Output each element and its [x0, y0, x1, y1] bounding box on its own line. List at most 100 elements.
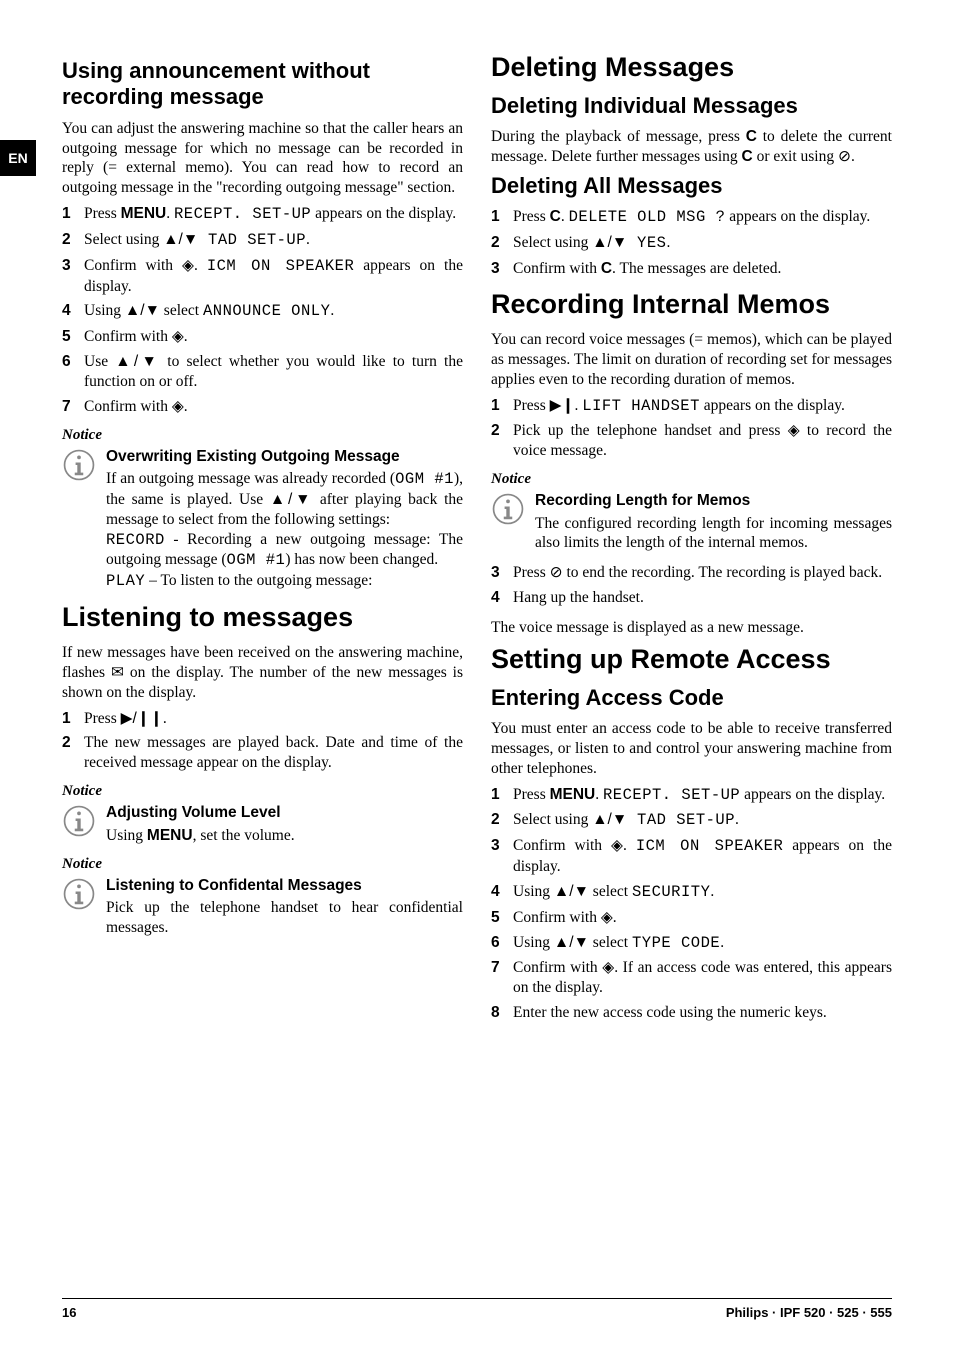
step: The new messages are played back. Date a… [62, 733, 463, 773]
confirm-icon: ◈ [611, 837, 623, 854]
confirm-icon: ◈ [182, 257, 194, 274]
notice-title: Listening to Confidental Messages [106, 877, 463, 896]
steps-access-code: Press MENU. RECEPT. SET-UP appears on th… [491, 785, 892, 1023]
notice-label: Notice [62, 427, 463, 444]
step: Hang up the handset. [491, 588, 892, 608]
step: Using ▲/▼ select ANNOUNCE ONLY. [62, 301, 463, 322]
heading-deleting-individual: Deleting Individual Messages [491, 93, 892, 119]
key-c: C [550, 208, 561, 225]
steps-memos-34: Press ⊘ to end the recording. The record… [491, 563, 892, 608]
step: Pick up the telephone handset and press … [491, 421, 892, 461]
arrow-keys-icon: ▲/▼ [125, 302, 160, 319]
arrow-keys-icon: ▲/▼ [163, 231, 198, 248]
language-tab: EN [0, 140, 36, 176]
notice-confidential: Listening to Confidental Messages Pick u… [62, 877, 463, 938]
notice-title: Adjusting Volume Level [106, 804, 463, 823]
confirm-icon: ◈ [172, 328, 184, 345]
notice-text: If an outgoing message was already recor… [106, 469, 463, 592]
notice-text: Using MENU, set the volume. [106, 826, 463, 846]
key-c: C [742, 148, 753, 165]
steps-memos-12: Press ▶❙. LIFT HANDSET appears on the di… [491, 396, 892, 461]
step: Use ▲/▼ to select whether you would like… [62, 352, 463, 392]
para-code-intro: You must enter an access code to be able… [491, 719, 892, 778]
arrow-keys-icon: ▲/▼ [554, 934, 589, 951]
step: Using ▲/▼ select TYPE CODE. [491, 933, 892, 954]
notice-volume: Adjusting Volume Level Using MENU, set t… [62, 804, 463, 845]
step: Confirm with ◈. [62, 327, 463, 347]
para-listen-intro: If new messages have been received on th… [62, 643, 463, 702]
display-text: ICM ON SPEAKER [207, 257, 354, 275]
para-announcement-intro: You can adjust the answering machine so … [62, 119, 463, 198]
info-icon [491, 492, 525, 553]
display-text: YES [627, 234, 666, 252]
step: Confirm with ◈. ICM ON SPEAKER appears o… [62, 256, 463, 297]
arrow-keys-icon: ▲/▼ [554, 883, 589, 900]
info-icon [62, 448, 96, 593]
notice-label: Notice [491, 471, 892, 488]
heading-remote: Setting up Remote Access [491, 644, 892, 675]
display-text: LIFT HANDSET [582, 397, 700, 415]
step: Confirm with C. The messages are deleted… [491, 259, 892, 279]
notice-label: Notice [62, 856, 463, 873]
key-menu: MENU [550, 786, 596, 803]
step: Enter the new access code using the nume… [491, 1003, 892, 1023]
display-text: ANNOUNCE ONLY [203, 302, 330, 320]
arrow-keys-icon: ▲/▼ [270, 491, 313, 508]
stop-icon: ⊘ [550, 564, 563, 581]
display-text: RECEPT. SET-UP [603, 786, 740, 804]
step: Confirm with ◈. ICM ON SPEAKER appears o… [491, 836, 892, 877]
confirm-icon: ◈ [601, 909, 613, 926]
key-c: C [746, 128, 757, 145]
step: Confirm with ◈. If an access code was en… [491, 958, 892, 998]
heading-announcement: Using announcement without recording mes… [62, 58, 463, 111]
para-memos-intro: You can record voice messages (= memos),… [491, 330, 892, 389]
display-text: TAD SET-UP [627, 811, 735, 829]
arrow-keys-icon: ▲/▼ [592, 234, 627, 251]
notice-text: The configured recording length for inco… [535, 514, 892, 554]
display-text: ICM ON SPEAKER [636, 837, 783, 855]
key-menu: MENU [121, 205, 167, 222]
step: Press ⊘ to end the recording. The record… [491, 563, 892, 583]
step: Confirm with ◈. [62, 397, 463, 417]
play-pause-icon: ▶/❙❙ [121, 710, 163, 727]
notice-memo-length: Recording Length for Memos The configure… [491, 492, 892, 553]
para-memos-end: The voice message is displayed as a new … [491, 618, 892, 638]
steps-announcement: Press MENU. RECEPT. SET-UP appears on th… [62, 204, 463, 416]
display-text: TYPE CODE [632, 934, 720, 952]
step: Press MENU. RECEPT. SET-UP appears on th… [62, 204, 463, 225]
step: Select using ▲/▼ YES. [491, 233, 892, 254]
display-text: SECURITY [632, 883, 710, 901]
display-text: RECEPT. SET-UP [174, 205, 311, 223]
envelope-icon: ✉ [111, 664, 124, 681]
steps-listen: Press ▶/❙❙. The new messages are played … [62, 709, 463, 773]
arrow-keys-icon: ▲/▼ [115, 353, 160, 370]
page-number: 16 [62, 1305, 76, 1320]
stop-icon: ⊘ [838, 148, 851, 165]
step: Press C. DELETE OLD MSG ? appears on the… [491, 207, 892, 228]
step: Select using ▲/▼ TAD SET-UP. [62, 230, 463, 251]
notice-text: Pick up the telephone handset to hear co… [106, 898, 463, 938]
step: Press ▶/❙❙. [62, 709, 463, 729]
info-icon [62, 804, 96, 845]
confirm-icon: ◈ [788, 422, 800, 439]
heading-deleting: Deleting Messages [491, 52, 892, 83]
notice-overwriting: Overwriting Existing Outgoing Message If… [62, 448, 463, 593]
notice-title: Recording Length for Memos [535, 492, 892, 511]
step: Confirm with ◈. [491, 908, 892, 928]
page-content: Using announcement without recording mes… [0, 0, 954, 1260]
display-text: TAD SET-UP [198, 231, 306, 249]
steps-delete-all: Press C. DELETE OLD MSG ? appears on the… [491, 207, 892, 278]
page-footer: 16 Philips · IPF 520 · 525 · 555 [0, 1298, 954, 1320]
key-c: C [601, 260, 612, 277]
footer-brand: Philips · IPF 520 · 525 · 555 [726, 1305, 892, 1320]
para-delete-individual: During the playback of message, press C … [491, 127, 892, 167]
step: Select using ▲/▼ TAD SET-UP. [491, 810, 892, 831]
play-end-icon: ▶❙ [550, 397, 575, 414]
step: Using ▲/▼ select SECURITY. [491, 882, 892, 903]
notice-title: Overwriting Existing Outgoing Message [106, 448, 463, 467]
heading-deleting-all: Deleting All Messages [491, 173, 892, 199]
heading-access-code: Entering Access Code [491, 685, 892, 711]
confirm-icon: ◈ [172, 398, 184, 415]
confirm-icon: ◈ [602, 959, 614, 976]
step: Press ▶❙. LIFT HANDSET appears on the di… [491, 396, 892, 417]
